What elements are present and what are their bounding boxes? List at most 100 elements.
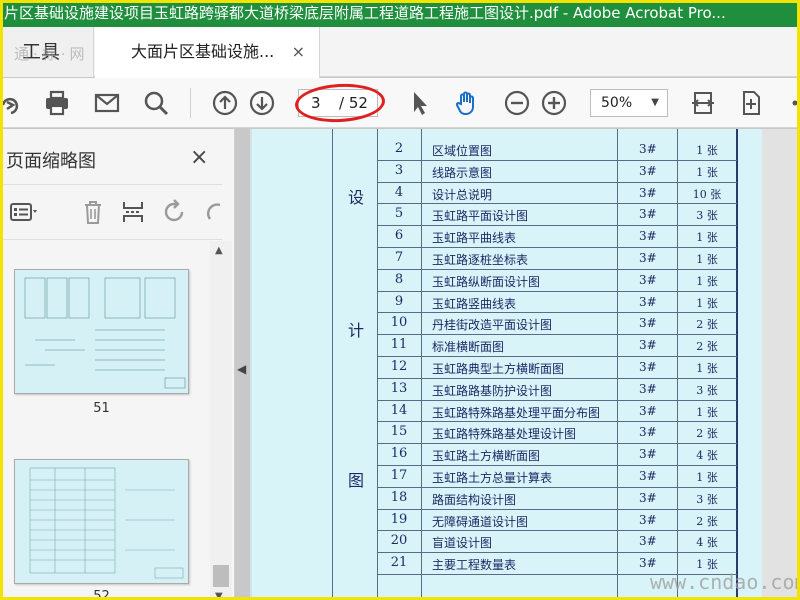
site-watermark: www.cndao.com (650, 570, 800, 594)
document-view[interactable]: 设 计 图 2 区域位置图 3# 1 张 3 线路示意图 3# 1 张 4 设计总说明 3# 10 张… (250, 129, 800, 600)
watermark-logo: 通·标·网 (14, 45, 89, 63)
thumbnail-page-51[interactable] (14, 269, 189, 394)
drawing-name: 玉虹路特殊路基处理平面分布图 (432, 405, 601, 420)
sheet-size: 3# (639, 490, 657, 505)
table-row: 8 玉虹路纵断面设计图 3# 1 张 (377, 270, 737, 292)
tab-bar: 工具 通·标·网 大面片区基础设施... × (0, 27, 800, 78)
sheet-size: 3# (639, 185, 657, 200)
sheet-size: 3# (639, 469, 657, 483)
table-row: 16 玉虹路土方横断面图 3# 4 张 (377, 444, 737, 466)
row-number: 10 (390, 315, 408, 331)
sheet-count: 1 张 (696, 471, 718, 484)
row-number: 18 (390, 489, 408, 505)
row-number: 5 (394, 206, 404, 222)
section-label: 计 (348, 321, 365, 340)
table-row: 11 标准横断面图 3# 2 张 (377, 335, 737, 357)
tab-document-label: 大面片区基础设施... (131, 42, 275, 61)
thumbnail-page-52[interactable] (14, 459, 189, 584)
panel-toolbar (0, 184, 222, 240)
sheet-count: 3 张 (696, 383, 718, 397)
next-page-icon[interactable] (247, 88, 277, 118)
sheet-size: 3# (639, 294, 657, 309)
drawing-name: 玉虹路竖曲线表 (432, 296, 517, 311)
table-row: 6 玉虹路平曲线表 3# 1 张 (377, 226, 737, 248)
window-title: 片区基础设施建设项目玉虹路跨驿都大道桥梁底层附属工程道路工程施工图设计.pdf … (0, 0, 800, 27)
sheet-count: 1 张 (696, 274, 718, 288)
share-icon[interactable] (0, 88, 26, 118)
more-options-icon[interactable] (780, 88, 800, 118)
row-number: 3 (394, 162, 404, 178)
sheet-size: 3# (639, 272, 657, 287)
rotate-left-icon[interactable] (160, 197, 190, 227)
row-number: 21 (390, 555, 408, 571)
hand-tool-icon[interactable] (452, 88, 482, 118)
thumbnail-options-icon[interactable] (8, 197, 38, 227)
sheet-count: 2 张 (696, 514, 718, 528)
pdf-page: 设 计 图 2 区域位置图 3# 1 张 3 线路示意图 3# 1 张 4 设计总说明 3# 10 张… (252, 129, 762, 600)
print-icon[interactable] (42, 88, 72, 118)
rotate-right-icon[interactable] (200, 197, 230, 227)
sheet-count: 3 张 (696, 492, 718, 506)
zoom-select[interactable]: 50% ▼ (590, 89, 668, 117)
sheet-count: 4 张 (696, 449, 718, 463)
drawing-name: 玉虹路路基防护设计图 (432, 383, 553, 398)
panel-close-icon[interactable]: × (190, 145, 208, 170)
drawing-name: 玉虹路土方横断面图 (432, 449, 541, 464)
collapse-panel-icon[interactable]: ◀ (237, 362, 246, 376)
drawing-name: 玉虹路平曲线表 (432, 231, 517, 246)
drawing-name: 盲道设计图 (432, 536, 493, 551)
email-icon[interactable] (92, 88, 122, 118)
thumbnail-label: 52 (93, 589, 110, 600)
table-row: 14 玉虹路特殊路基处理平面分布图 3# 1 张 (377, 401, 737, 423)
drawing-name: 丹桂街改造平面设计图 (432, 318, 553, 333)
select-cursor-icon[interactable] (404, 88, 434, 118)
row-number: 13 (390, 380, 408, 396)
scroll-down-icon[interactable]: ▼ (215, 591, 223, 600)
table-row: 10 丹桂街改造平面设计图 3# 2 张 (377, 313, 737, 336)
table-row: 9 玉虹路竖曲线表 3# 1 张 (377, 292, 737, 314)
table-row: 4 设计总说明 3# 10 张 (377, 183, 737, 205)
search-icon[interactable] (141, 88, 171, 118)
row-number: 14 (390, 402, 408, 418)
tab-close-icon[interactable]: × (292, 27, 305, 77)
tab-document[interactable]: 大面片区基础设施... × (95, 27, 320, 78)
panel-title: 页面缩略图 (6, 151, 96, 172)
thumbnail-scrollbar[interactable]: ▲ ▼ (210, 241, 232, 600)
drawing-name: 玉虹路特殊路基处理设计图 (432, 427, 577, 442)
sheet-size: 3# (639, 229, 657, 244)
sheet-count: 1 张 (696, 253, 718, 266)
zoom-out-icon[interactable] (502, 88, 532, 118)
drawing-name: 玉虹路纵断面设计图 (432, 274, 541, 289)
sheet-size: 3# (639, 163, 657, 178)
drawing-name: 线路示意图 (432, 165, 493, 180)
sheet-size: 3# (639, 512, 657, 527)
row-number: 15 (390, 424, 408, 440)
sheet-size: 3# (639, 425, 657, 440)
scroll-up-icon[interactable]: ▲ (215, 245, 223, 256)
row-number: 7 (394, 250, 404, 265)
table-row: 19 无障碍通道设计图 3# 2 张 (377, 510, 737, 532)
sheet-size: 3# (639, 403, 657, 418)
previous-page-icon[interactable] (210, 88, 240, 118)
drawing-name: 玉虹路土方总量计算表 (432, 471, 553, 485)
drawing-name: 玉虹路平面设计图 (432, 209, 529, 224)
sheet-count: 2 张 (696, 340, 718, 354)
sheet-count: 4 张 (696, 536, 718, 550)
fit-page-icon[interactable] (688, 88, 718, 118)
table-row: 17 玉虹路土方总量计算表 3# 1 张 (377, 466, 737, 488)
document-scrollbar[interactable] (762, 129, 797, 600)
section-label: 图 (348, 471, 365, 490)
sheet-count: 1 张 (696, 296, 718, 310)
delete-page-icon[interactable] (78, 197, 108, 227)
sheet-size: 3# (639, 338, 657, 353)
drawing-name: 标准横断面图 (432, 340, 505, 355)
scrollbar-thumb[interactable] (213, 565, 229, 587)
full-screen-icon[interactable] (736, 88, 766, 118)
zoom-in-icon[interactable] (539, 88, 569, 118)
table-row: 13 玉虹路路基防护设计图 3# 3 张 (377, 379, 737, 401)
drawing-name: 无障碍通道设计图 (432, 514, 529, 529)
sheet-size: 3# (639, 142, 657, 156)
thumbnail-panel: 页面缩略图 × 51 52 ▲ ▼ (0, 129, 235, 600)
main-toolbar: 3 / 52 50% ▼ (0, 78, 800, 128)
extract-page-icon[interactable] (118, 197, 148, 227)
